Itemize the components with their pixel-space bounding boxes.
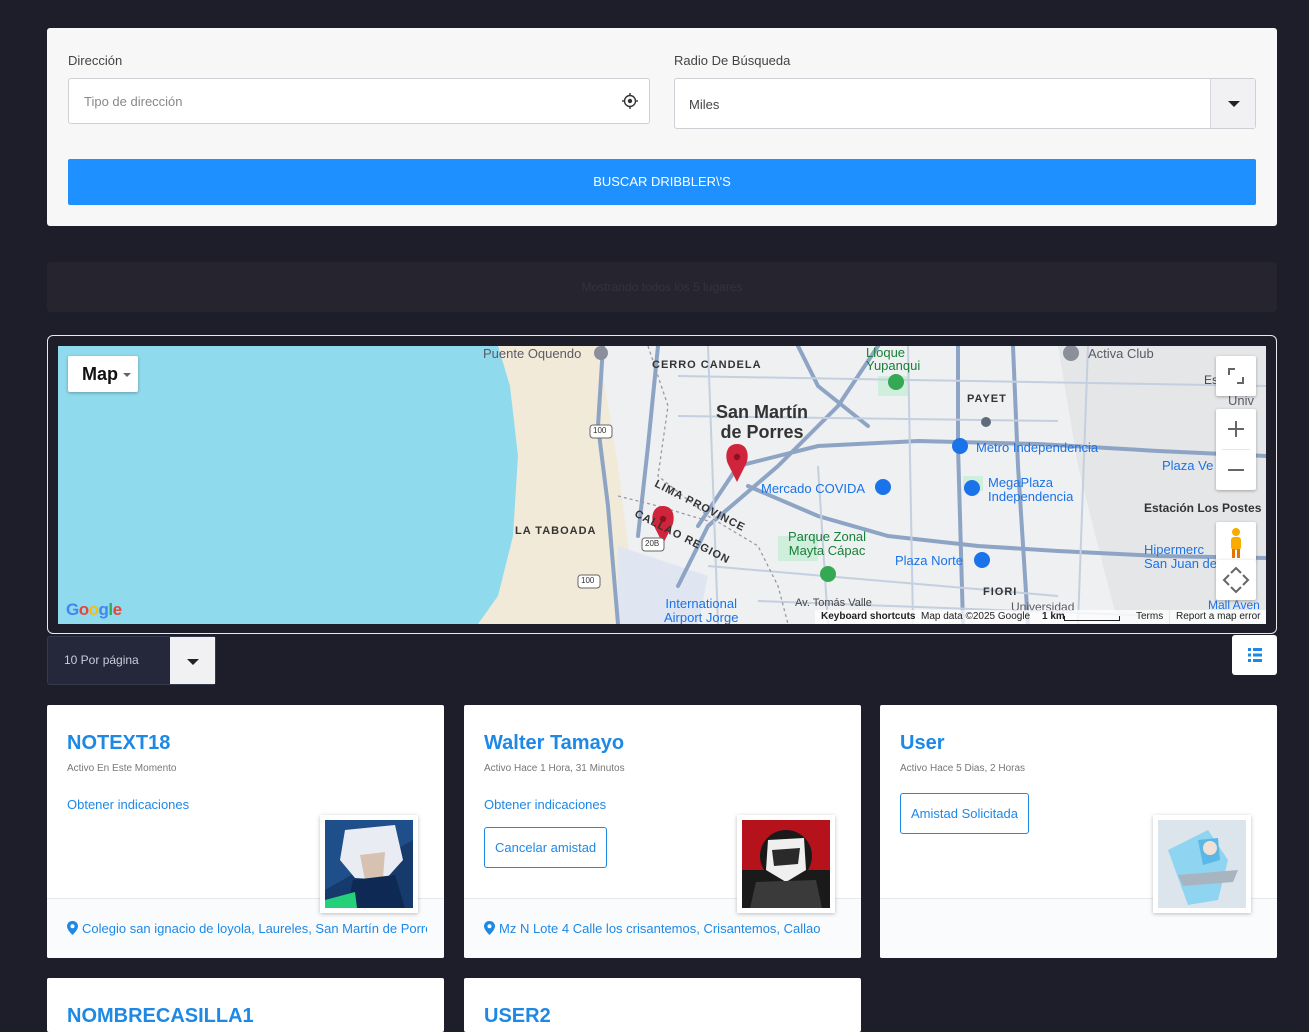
per-page-value: 10 Por página	[64, 653, 139, 667]
list-view-button[interactable]	[1232, 635, 1277, 675]
move-arrows-icon	[1222, 566, 1250, 594]
minus-icon	[1228, 469, 1244, 471]
user-name[interactable]: User	[900, 732, 944, 755]
map-label: FIORI	[983, 586, 1018, 598]
plus-icon	[1228, 421, 1244, 437]
search-button[interactable]: BUSCAR DRIBBLER\'S	[68, 159, 1256, 205]
map-label: Puente Oquendo	[483, 346, 582, 361]
user-name[interactable]: NOTEXT18	[67, 732, 170, 755]
map-pin-icon	[484, 921, 495, 935]
list-icon	[1248, 648, 1262, 662]
map-label: Lloque Yupanqui	[866, 346, 921, 373]
user-card: NOMBRECASILLA1	[47, 978, 444, 1032]
map-label: MegaPlaza Independencia	[988, 475, 1074, 504]
user-name[interactable]: Walter Tamayo	[484, 732, 624, 755]
address-input[interactable]	[68, 78, 650, 124]
map-label: Parque Zonal Mayta Cápac	[788, 529, 867, 558]
user-status: Activo Hace 1 Hora, 31 Minutos	[484, 763, 625, 774]
map-label: 100	[581, 576, 595, 585]
map-label: Av. Tomás Valle	[795, 597, 872, 609]
radius-value: Miles	[689, 97, 720, 112]
zoom-in-button[interactable]	[1216, 409, 1256, 449]
search-panel: Dirección Radio De Búsqueda Miles BUSCAR…	[47, 28, 1277, 226]
map-label: Metro Independencia	[976, 440, 1099, 455]
map-label: Estación Los Postes	[1144, 501, 1262, 515]
locate-icon[interactable]	[622, 93, 638, 109]
user-name[interactable]: USER2	[484, 1005, 551, 1028]
user-name[interactable]: NOMBRECASILLA1	[67, 1005, 254, 1028]
map[interactable]: Puente Oquendo CERRO CANDELA Lloque Yupa…	[58, 346, 1266, 624]
terms-link[interactable]: Terms	[1130, 610, 1170, 624]
report-map-error-link[interactable]: Report a map error	[1170, 610, 1266, 624]
map-label: Plaza Norte	[895, 553, 963, 568]
avatar[interactable]	[320, 815, 418, 913]
map-label: Hipermerc San Juan de	[1144, 542, 1218, 571]
results-info: Mostrando todos los 5 lugares	[47, 262, 1277, 312]
google-logo: Google	[66, 600, 122, 619]
radius-dropdown-toggle[interactable]	[1210, 79, 1255, 128]
user-address[interactable]: Mz N Lote 4 Calle los crisantemos, Crisa…	[484, 921, 844, 936]
per-page-dropdown-toggle[interactable]	[170, 637, 215, 684]
radius-select[interactable]: Miles	[674, 78, 1256, 129]
map-label: San Martín de Porres	[716, 402, 809, 442]
map-label: PAYET	[967, 393, 1007, 405]
map-label: Plaza Ve	[1162, 458, 1214, 473]
map-label: LA TABOADA	[515, 525, 597, 537]
map-frame: Puente Oquendo CERRO CANDELA Lloque Yupa…	[47, 335, 1277, 634]
user-card: Walter Tamayo Activo Hace 1 Hora, 31 Min…	[464, 705, 861, 958]
fullscreen-button[interactable]	[1216, 356, 1256, 396]
get-directions-link[interactable]: Obtener indicaciones	[67, 797, 189, 812]
avatar[interactable]	[737, 815, 835, 913]
map-type-button[interactable]: Map	[68, 356, 138, 392]
user-status: Activo Hace 5 Dias, 2 Horas	[900, 763, 1026, 774]
map-label: 20B	[645, 539, 660, 548]
keyboard-shortcuts-link[interactable]: Keyboard shortcuts	[815, 610, 922, 624]
map-label: CERRO CANDELA	[652, 359, 762, 371]
user-card: User Activo Hace 5 Dias, 2 Horas Amistad…	[880, 705, 1277, 958]
zoom-control	[1216, 409, 1256, 490]
camera-control-button[interactable]	[1216, 560, 1256, 600]
user-status: Activo En Este Momento	[67, 763, 177, 774]
map-label: 100	[593, 426, 607, 435]
radius-label: Radio De Búsqueda	[674, 53, 791, 68]
user-card: USER2	[464, 978, 861, 1032]
pegman-icon	[1231, 528, 1241, 558]
user-address[interactable]: Colegio san ignacio de loyola, Laureles,…	[67, 921, 427, 936]
get-directions-link[interactable]: Obtener indicaciones	[484, 797, 606, 812]
map-label: International Airport Jorge	[664, 596, 739, 625]
cancel-friendship-button[interactable]: Cancelar amistad	[484, 827, 608, 868]
map-label: Mercado COVIDA	[761, 481, 866, 496]
fullscreen-icon	[1228, 368, 1244, 384]
chevron-down-icon	[123, 373, 131, 378]
user-card: NOTEXT18 Activo En Este Momento Obtener …	[47, 705, 444, 958]
map-label: Activa Club	[1088, 346, 1154, 361]
address-label: Dirección	[68, 53, 123, 68]
map-pin-icon	[67, 921, 78, 935]
zoom-out-button[interactable]	[1216, 450, 1256, 490]
avatar[interactable]	[1153, 815, 1251, 913]
per-page-select[interactable]: 10 Por página	[47, 636, 216, 685]
friendship-requested-button[interactable]: Amistad Solicitada	[900, 793, 1029, 834]
chevron-down-icon	[1228, 101, 1240, 107]
street-view-button[interactable]	[1216, 522, 1256, 562]
chevron-down-icon	[187, 659, 199, 665]
map-data-attribution: Map data ©2025 Google	[915, 610, 1037, 624]
map-scale: 1 km	[1036, 610, 1130, 624]
